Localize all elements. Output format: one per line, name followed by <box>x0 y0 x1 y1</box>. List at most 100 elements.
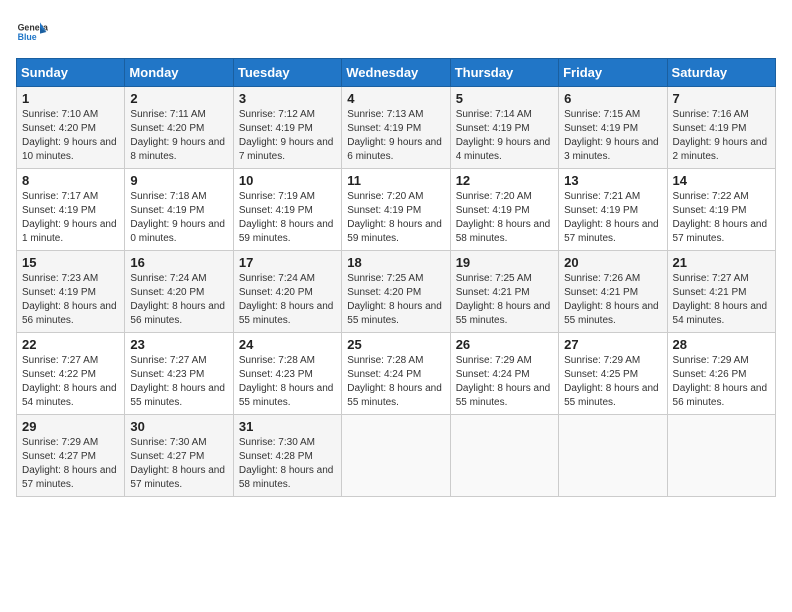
calendar-week-row: 29Sunrise: 7:29 AMSunset: 4:27 PMDayligh… <box>17 415 776 497</box>
sunrise-label: Sunrise: 7:27 AM <box>22 355 98 366</box>
sunrise-label: Sunrise: 7:24 AM <box>239 273 315 284</box>
daylight-label: Daylight: 9 hours and 3 minutes. <box>564 137 659 162</box>
daylight-label: Daylight: 8 hours and 58 minutes. <box>239 465 334 490</box>
sunset-label: Sunset: 4:21 PM <box>564 287 638 298</box>
day-info: Sunrise: 7:12 AMSunset: 4:19 PMDaylight:… <box>239 108 336 164</box>
weekday-header-cell: Monday <box>125 59 233 87</box>
calendar-day-cell: 5Sunrise: 7:14 AMSunset: 4:19 PMDaylight… <box>450 87 558 169</box>
day-info: Sunrise: 7:28 AMSunset: 4:23 PMDaylight:… <box>239 354 336 410</box>
sunrise-label: Sunrise: 7:24 AM <box>130 273 206 284</box>
calendar-body: 1Sunrise: 7:10 AMSunset: 4:20 PMDaylight… <box>17 87 776 497</box>
calendar-day-cell: 30Sunrise: 7:30 AMSunset: 4:27 PMDayligh… <box>125 415 233 497</box>
day-number: 16 <box>130 255 227 270</box>
sunset-label: Sunset: 4:20 PM <box>22 123 96 134</box>
weekday-header-cell: Tuesday <box>233 59 341 87</box>
daylight-label: Daylight: 8 hours and 55 minutes. <box>239 301 334 326</box>
sunset-label: Sunset: 4:21 PM <box>673 287 747 298</box>
day-number: 12 <box>456 173 553 188</box>
day-number: 19 <box>456 255 553 270</box>
daylight-label: Daylight: 8 hours and 55 minutes. <box>347 383 442 408</box>
day-number: 24 <box>239 337 336 352</box>
day-info: Sunrise: 7:29 AMSunset: 4:25 PMDaylight:… <box>564 354 661 410</box>
day-info: Sunrise: 7:22 AMSunset: 4:19 PMDaylight:… <box>673 190 770 246</box>
calendar-day-cell: 2Sunrise: 7:11 AMSunset: 4:20 PMDaylight… <box>125 87 233 169</box>
calendar-day-cell: 3Sunrise: 7:12 AMSunset: 4:19 PMDaylight… <box>233 87 341 169</box>
page-header: General Blue <box>16 16 776 48</box>
daylight-label: Daylight: 8 hours and 55 minutes. <box>239 383 334 408</box>
sunset-label: Sunset: 4:19 PM <box>347 205 421 216</box>
sunrise-label: Sunrise: 7:18 AM <box>130 191 206 202</box>
sunset-label: Sunset: 4:28 PM <box>239 451 313 462</box>
calendar-day-cell: 31Sunrise: 7:30 AMSunset: 4:28 PMDayligh… <box>233 415 341 497</box>
sunset-label: Sunset: 4:19 PM <box>22 287 96 298</box>
calendar-empty-cell <box>667 415 775 497</box>
calendar-empty-cell <box>342 415 450 497</box>
sunrise-label: Sunrise: 7:23 AM <box>22 273 98 284</box>
day-number: 22 <box>22 337 119 352</box>
day-info: Sunrise: 7:19 AMSunset: 4:19 PMDaylight:… <box>239 190 336 246</box>
sunset-label: Sunset: 4:20 PM <box>239 287 313 298</box>
daylight-label: Daylight: 9 hours and 2 minutes. <box>673 137 768 162</box>
day-info: Sunrise: 7:23 AMSunset: 4:19 PMDaylight:… <box>22 272 119 328</box>
weekday-header-row: SundayMondayTuesdayWednesdayThursdayFrid… <box>17 59 776 87</box>
calendar-day-cell: 13Sunrise: 7:21 AMSunset: 4:19 PMDayligh… <box>559 169 667 251</box>
calendar-day-cell: 25Sunrise: 7:28 AMSunset: 4:24 PMDayligh… <box>342 333 450 415</box>
sunset-label: Sunset: 4:19 PM <box>564 123 638 134</box>
sunrise-label: Sunrise: 7:28 AM <box>239 355 315 366</box>
day-info: Sunrise: 7:14 AMSunset: 4:19 PMDaylight:… <box>456 108 553 164</box>
day-info: Sunrise: 7:20 AMSunset: 4:19 PMDaylight:… <box>456 190 553 246</box>
calendar-empty-cell <box>450 415 558 497</box>
calendar-table: SundayMondayTuesdayWednesdayThursdayFrid… <box>16 58 776 497</box>
day-number: 20 <box>564 255 661 270</box>
day-info: Sunrise: 7:16 AMSunset: 4:19 PMDaylight:… <box>673 108 770 164</box>
daylight-label: Daylight: 8 hours and 57 minutes. <box>564 219 659 244</box>
sunrise-label: Sunrise: 7:29 AM <box>22 437 98 448</box>
sunrise-label: Sunrise: 7:28 AM <box>347 355 423 366</box>
day-info: Sunrise: 7:17 AMSunset: 4:19 PMDaylight:… <box>22 190 119 246</box>
calendar-week-row: 22Sunrise: 7:27 AMSunset: 4:22 PMDayligh… <box>17 333 776 415</box>
day-info: Sunrise: 7:27 AMSunset: 4:23 PMDaylight:… <box>130 354 227 410</box>
sunrise-label: Sunrise: 7:10 AM <box>22 109 98 120</box>
sunrise-label: Sunrise: 7:17 AM <box>22 191 98 202</box>
calendar-day-cell: 20 Sunrise: 7:26 AMSunset: 4:21 PMDayligh… <box>559 251 667 333</box>
day-info: Sunrise: 7:10 AMSunset: 4:20 PMDaylight:… <box>22 108 119 164</box>
calendar-day-cell: 26Sunrise: 7:29 AMSunset: 4:24 PMDayligh… <box>450 333 558 415</box>
calendar-day-cell: 27 Sunrise: 7:29 AMSunset: 4:25 PMDayligh… <box>559 333 667 415</box>
day-info: Sunrise: 7:28 AMSunset: 4:24 PMDaylight:… <box>347 354 444 410</box>
sunrise-label: Sunrise: 7:30 AM <box>130 437 206 448</box>
daylight-label: Daylight: 8 hours and 55 minutes. <box>130 383 225 408</box>
day-info: Sunrise: 7:20 AMSunset: 4:19 PMDaylight:… <box>347 190 444 246</box>
calendar-day-cell: 15Sunrise: 7:23 AMSunset: 4:19 PMDayligh… <box>17 251 125 333</box>
day-number: 6 <box>564 91 661 106</box>
sunset-label: Sunset: 4:19 PM <box>239 123 313 134</box>
calendar-day-cell: 16Sunrise: 7:24 AMSunset: 4:20 PMDayligh… <box>125 251 233 333</box>
logo-icon: General Blue <box>16 16 48 48</box>
day-number: 17 <box>239 255 336 270</box>
sunset-label: Sunset: 4:19 PM <box>239 205 313 216</box>
daylight-label: Daylight: 8 hours and 54 minutes. <box>673 301 768 326</box>
calendar-day-cell: 28Sunrise: 7:29 AMSunset: 4:26 PMDayligh… <box>667 333 775 415</box>
calendar-day-cell: 4Sunrise: 7:13 AMSunset: 4:19 PMDaylight… <box>342 87 450 169</box>
calendar-day-cell: 17 Sunrise: 7:24 AM Sunset: 4:20 PM Dayligh… <box>233 251 341 333</box>
sunrise-label: Sunrise: 7:21 AM <box>564 191 640 202</box>
calendar-day-cell: 7Sunrise: 7:16 AMSunset: 4:19 PMDaylight… <box>667 87 775 169</box>
calendar-day-cell: 22Sunrise: 7:27 AMSunset: 4:22 PMDayligh… <box>17 333 125 415</box>
sunset-label: Sunset: 4:24 PM <box>456 369 530 380</box>
calendar-week-row: 15Sunrise: 7:23 AMSunset: 4:19 PMDayligh… <box>17 251 776 333</box>
day-info: Sunrise: 7:29 AMSunset: 4:24 PMDaylight:… <box>456 354 553 410</box>
day-info: Sunrise: 7:26 AMSunset: 4:21 PMDaylight:… <box>564 272 661 328</box>
day-number: 27 <box>564 337 661 352</box>
weekday-header-cell: Friday <box>559 59 667 87</box>
calendar-day-cell: 8Sunrise: 7:17 AMSunset: 4:19 PMDaylight… <box>17 169 125 251</box>
calendar-day-cell: 23Sunrise: 7:27 AMSunset: 4:23 PMDayligh… <box>125 333 233 415</box>
daylight-label: Daylight: 8 hours and 58 minutes. <box>456 219 551 244</box>
calendar-day-cell: 24 Sunrise: 7:28 AMSunset: 4:23 PMDayligh… <box>233 333 341 415</box>
sunrise-label: Sunrise: 7:30 AM <box>239 437 315 448</box>
sunset-label: Sunset: 4:27 PM <box>22 451 96 462</box>
day-info: Sunrise: 7:13 AMSunset: 4:19 PMDaylight:… <box>347 108 444 164</box>
calendar-day-cell: 19Sunrise: 7:25 AMSunset: 4:21 PMDayligh… <box>450 251 558 333</box>
sunrise-label: Sunrise: 7:11 AM <box>130 109 205 120</box>
day-number: 21 <box>673 255 770 270</box>
calendar-empty-cell <box>559 415 667 497</box>
daylight-label: Daylight: 8 hours and 55 minutes. <box>456 383 551 408</box>
